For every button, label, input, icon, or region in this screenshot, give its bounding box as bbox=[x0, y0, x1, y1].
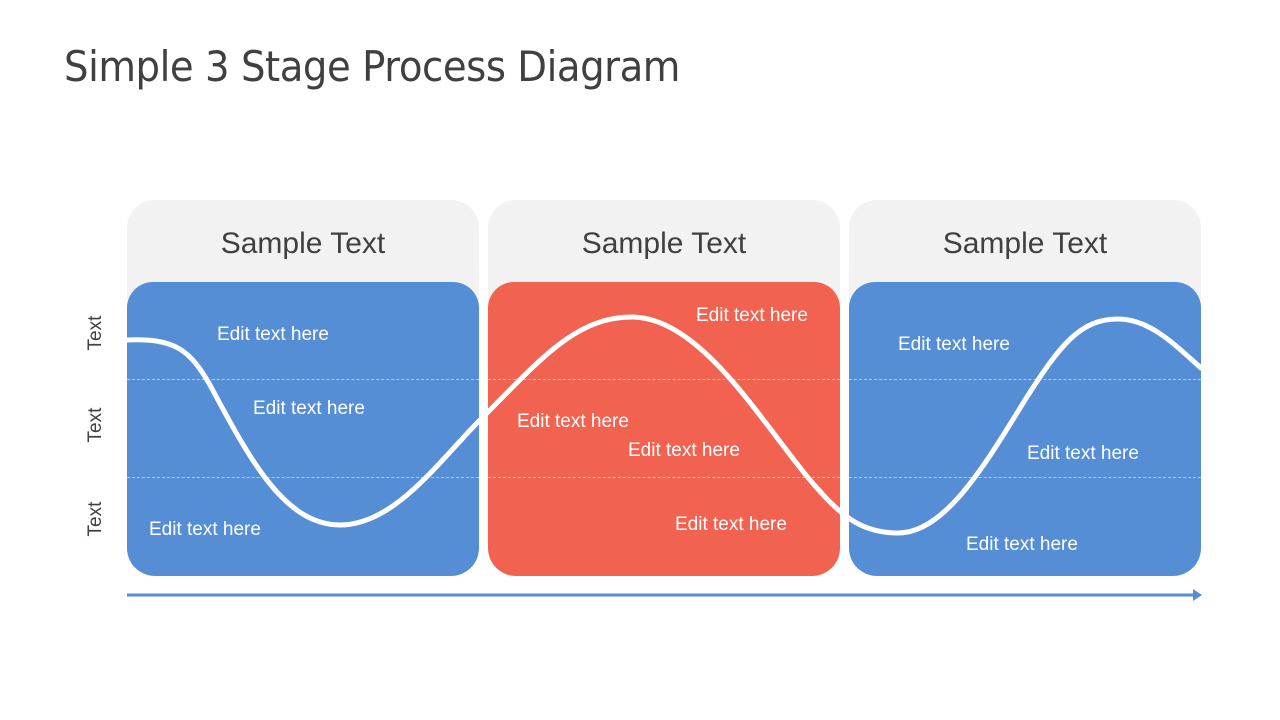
stage-2-header: Sample Text bbox=[581, 227, 747, 260]
stage-2-label-top: Edit text here bbox=[696, 305, 808, 326]
y-axis-label-bottom: Text bbox=[85, 501, 106, 537]
stage-3-label-middle: Edit text here bbox=[1027, 443, 1139, 464]
stage-2-label-middle-right: Edit text here bbox=[628, 440, 740, 461]
stage-1-label-bottom: Edit text here bbox=[149, 519, 261, 540]
stage-3-body bbox=[849, 282, 1201, 576]
arrow-right-icon bbox=[1193, 589, 1202, 601]
y-axis-label-middle: Text bbox=[85, 407, 106, 443]
stage-2-label-middle-left: Edit text here bbox=[517, 411, 629, 432]
divider-line bbox=[127, 379, 479, 380]
stage-3-label-bottom: Edit text here bbox=[966, 534, 1078, 555]
divider-line bbox=[849, 477, 1201, 478]
stage-1-label-top: Edit text here bbox=[217, 324, 329, 345]
divider-line bbox=[488, 477, 840, 478]
stage-1-header: Sample Text bbox=[220, 227, 386, 260]
stage-3-header: Sample Text bbox=[942, 227, 1108, 260]
page-title: Simple 3 Stage Process Diagram bbox=[64, 42, 680, 91]
stage-card-3: Sample Text bbox=[849, 200, 1201, 576]
divider-line bbox=[488, 379, 840, 380]
stage-2-label-bottom: Edit text here bbox=[675, 514, 787, 535]
divider-line bbox=[127, 477, 479, 478]
stage-3-label-top: Edit text here bbox=[898, 334, 1010, 355]
stage-card-2: Sample Text bbox=[488, 200, 840, 576]
y-axis-label-top: Text bbox=[85, 315, 106, 351]
divider-line bbox=[849, 379, 1201, 380]
stage-1-label-middle: Edit text here bbox=[253, 398, 365, 419]
